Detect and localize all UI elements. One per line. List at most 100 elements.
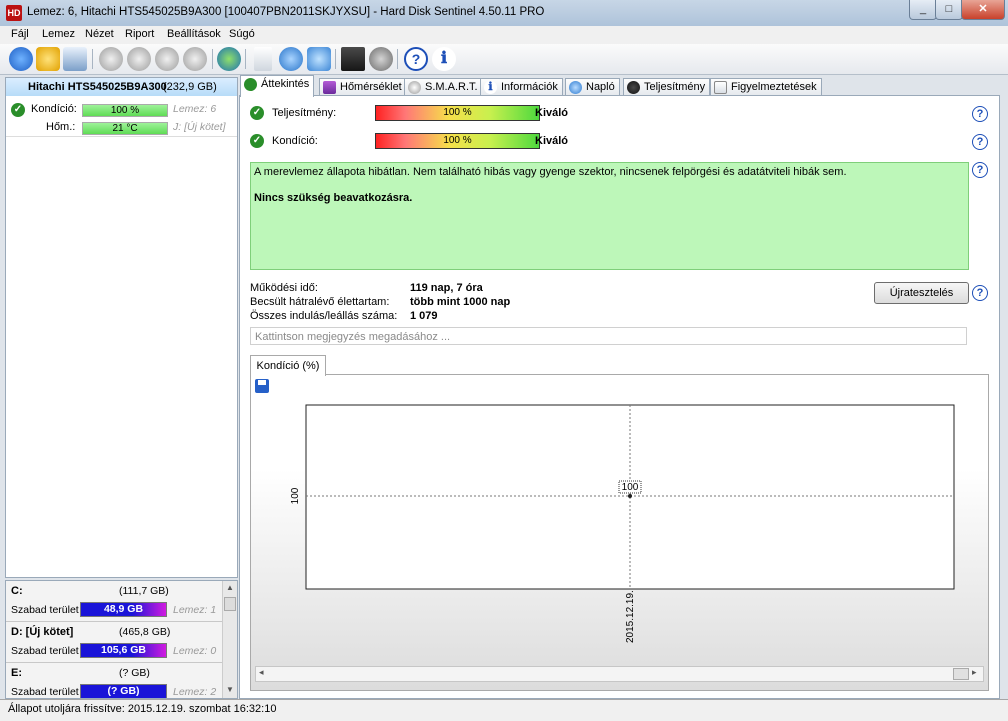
disk-number: Lemez: 6 (173, 103, 217, 115)
performance-bar: 100 % (375, 105, 540, 121)
chart-tab-condition[interactable]: Kondíció (%) (250, 355, 326, 376)
menu-bar: Fájl Lemez Nézet Riport Beállítások Súgó (0, 26, 1008, 44)
tab-log[interactable]: Napló (565, 78, 620, 96)
volume-row-e[interactable]: E: (? GB) Szabad terület (? GB) Lemez: 2 (6, 663, 222, 698)
tab-information[interactable]: ℹ Információk (480, 78, 563, 96)
volume-disk-ref: Lemez: 1 (173, 604, 217, 616)
tab-performance[interactable]: Teljesítmény (623, 78, 711, 96)
info-icon[interactable]: ℹ (432, 47, 456, 71)
volume-letter: C: (11, 585, 23, 597)
volume-row-d[interactable]: D: [Új kötet] (465,8 GB) Szabad terület … (6, 622, 222, 663)
volume-size: (? GB) (119, 667, 150, 679)
condition-bar: 100 % (82, 104, 168, 117)
disk-icon (408, 81, 421, 94)
help-icon[interactable]: ? (972, 285, 988, 301)
scroll-up-icon[interactable]: ▲ (225, 583, 235, 593)
toolbar-separator (397, 49, 398, 69)
uptime-label: Működési idő: (250, 282, 318, 294)
document-icon (714, 81, 727, 94)
title-bar: HD Lemez: 6, Hitachi HTS545025B9A300 [10… (0, 0, 1008, 27)
tab-overview[interactable]: Áttekintés (240, 75, 315, 97)
menu-view[interactable]: Nézet (85, 28, 114, 40)
restore-button[interactable]: □ (935, 0, 963, 20)
refresh-icon[interactable] (9, 47, 33, 71)
y-tick-label: 100 (290, 487, 301, 504)
disk-name: Hitachi HTS545025B9A300 (28, 81, 167, 93)
network-icon[interactable] (307, 47, 331, 71)
free-space-label: Szabad terület (11, 604, 79, 616)
volume-list-panel: C: (111,7 GB) Szabad terület 48,9 GB Lem… (5, 580, 238, 699)
disk-list-panel: Hitachi HTS545025B9A300 (232,9 GB) ✓ Kon… (5, 77, 238, 578)
volume-size: (111,7 GB) (119, 585, 169, 597)
minimize-button[interactable]: _ (909, 0, 937, 20)
tab-smart[interactable]: S.M.A.R.T. (404, 78, 483, 96)
info-icon: ℹ (484, 81, 497, 94)
x-tick-label: 2015.12.19. (625, 590, 636, 643)
disk-icon-4[interactable] (183, 47, 207, 71)
document-icon[interactable] (254, 47, 272, 71)
thermometer-icon (323, 81, 336, 94)
start-stop-value: 1 079 (410, 310, 438, 322)
disk-icon-1[interactable] (99, 47, 123, 71)
condition-label: Kondíció: (31, 103, 77, 115)
report-icon[interactable] (63, 47, 87, 71)
free-space-label: Szabad terület (11, 645, 79, 657)
toolbar-separator (245, 49, 246, 69)
ok-check-icon: ✓ (250, 134, 264, 148)
status-text: A merevlemez állapota hibátlan. Nem talá… (254, 166, 847, 178)
scroll-left-icon[interactable]: ◂ (259, 667, 264, 678)
menu-help[interactable]: Súgó (229, 28, 255, 40)
comment-input[interactable]: Kattintson megjegyzés megadásához ... (250, 327, 967, 345)
disk-icon-3[interactable] (155, 47, 179, 71)
tab-label: Napló (586, 81, 615, 93)
menu-report[interactable]: Riport (125, 28, 154, 40)
scroll-thumb[interactable] (224, 597, 236, 611)
ok-check-icon: ✓ (11, 103, 25, 117)
scroll-right-icon[interactable]: ▸ (972, 667, 977, 678)
toolbar: ? ℹ (0, 44, 1008, 75)
condition-chart: 100 100 2015.12.19. (290, 404, 955, 643)
condition-rating: Kiváló (535, 135, 569, 147)
volume-disk-ref: Lemez: 0 (173, 645, 217, 657)
globe-icon[interactable] (217, 47, 241, 71)
toolbar-separator (92, 49, 93, 69)
chart-horizontal-scrollbar[interactable]: ◂ ▸ (255, 666, 984, 682)
volume-size: (465,8 GB) (119, 626, 171, 638)
app-icon: HD (6, 5, 22, 21)
retest-button[interactable]: Újratesztelés (874, 282, 969, 304)
help-icon[interactable]: ? (972, 106, 988, 122)
warning-icon[interactable] (36, 47, 60, 71)
sync-icon[interactable] (279, 47, 303, 71)
free-space-bar: (? GB) (80, 684, 167, 698)
condition-chart-area: 100 100 2015.12.19. ◂ ▸ (250, 374, 989, 691)
volume-scrollbar[interactable]: ▲ ▼ (222, 581, 237, 698)
tab-label: Áttekintés (261, 78, 310, 90)
scroll-thumb[interactable] (953, 668, 969, 680)
scroll-down-icon[interactable]: ▼ (225, 685, 235, 695)
condition-label: Kondíció: (272, 135, 318, 147)
volume-row-c[interactable]: C: (111,7 GB) Szabad terület 48,9 GB Lem… (6, 581, 222, 622)
menu-disk[interactable]: Lemez (42, 28, 75, 40)
tab-label: Teljesítmény (644, 81, 706, 93)
toolbar-separator (335, 49, 336, 69)
free-space-bar: 48,9 GB (80, 602, 167, 617)
help-icon[interactable]: ? (404, 47, 428, 71)
tab-temperature[interactable]: Hőmérséklet (319, 78, 407, 96)
disk-list-item[interactable]: Hitachi HTS545025B9A300 (232,9 GB) (6, 78, 237, 96)
close-button[interactable]: ✕ (961, 0, 1005, 20)
disk-icon-2[interactable] (127, 47, 151, 71)
condition-bar: 100 % (375, 133, 540, 149)
disk-size: (232,9 GB) (163, 81, 217, 93)
tab-alerts[interactable]: Figyelmeztetések (710, 78, 822, 96)
tab-label: S.M.A.R.T. (425, 81, 478, 93)
speaker-icon[interactable] (369, 47, 393, 71)
remaining-life-label: Becsült hátralévő élettartam: (250, 296, 390, 308)
monitor-icon[interactable] (341, 47, 365, 71)
menu-settings[interactable]: Beállítások (167, 28, 221, 40)
menu-file[interactable]: Fájl (11, 28, 29, 40)
help-icon[interactable]: ? (972, 134, 988, 150)
tab-label: Hőmérséklet (340, 81, 402, 93)
data-label: 100 (622, 482, 639, 493)
window-title: Lemez: 6, Hitachi HTS545025B9A300 [10040… (27, 6, 545, 18)
help-icon[interactable]: ? (972, 162, 988, 178)
